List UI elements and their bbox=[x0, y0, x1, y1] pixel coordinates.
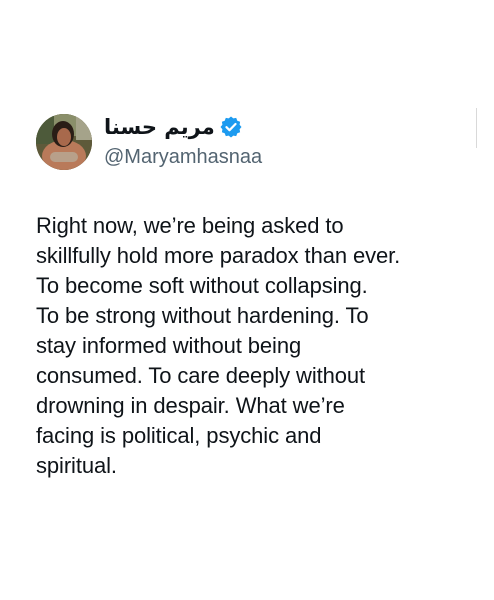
tweet-text-line: facing is political, psychic and bbox=[36, 423, 322, 448]
tweet-text-line: spiritual. bbox=[36, 453, 117, 478]
tweet-text-line: skillfully hold more paradox than ever. bbox=[36, 243, 401, 268]
verified-badge-icon bbox=[219, 115, 243, 139]
avatar-image bbox=[36, 114, 92, 170]
author-display-name[interactable]: مريم حسنا bbox=[104, 114, 215, 140]
tweet-text-line: consumed. To care deeply without bbox=[36, 363, 366, 388]
tweet-text-line: stay informed without being bbox=[36, 333, 302, 358]
tweet-text-line: drowning in despair. What we’re bbox=[36, 393, 345, 418]
tweet-text-line: Right now, we’re being asked to bbox=[36, 213, 344, 238]
tweet-card: مريم حسنا @Maryamhasnaa Right now, we’re… bbox=[0, 0, 494, 600]
divider bbox=[476, 108, 477, 148]
author-handle[interactable]: @Maryamhasnaa bbox=[104, 144, 262, 170]
tweet-text: Right now, we’re being asked to skillful… bbox=[36, 211, 486, 481]
author-name-row: مريم حسنا bbox=[104, 112, 243, 142]
tweet-text-line: To be strong without hardening. To bbox=[36, 303, 369, 328]
tweet-text-line: To become soft without collapsing. bbox=[36, 273, 368, 298]
avatar[interactable] bbox=[36, 114, 92, 170]
